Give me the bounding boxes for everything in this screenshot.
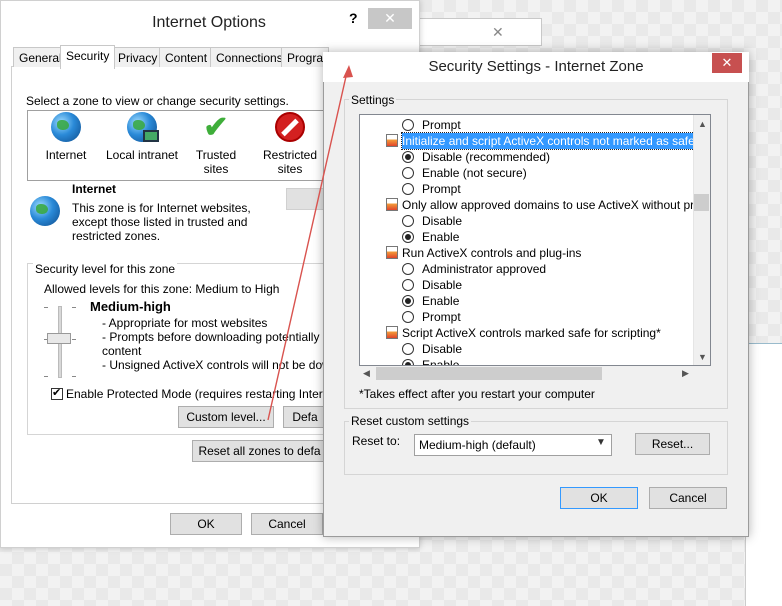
list-item[interactable]: Disable	[402, 277, 462, 293]
level-detail: - Appropriate for most websites	[102, 316, 268, 330]
reset-all-zones-button[interactable]: Reset all zones to defa	[192, 440, 327, 462]
list-item[interactable]: Enable	[402, 293, 459, 309]
background-browser-edge	[745, 343, 782, 606]
chevron-down-icon[interactable]: ▼	[596, 437, 606, 448]
protected-mode-label: Enable Protected Mode (requires restarti…	[66, 387, 327, 401]
restart-note: *Takes effect after you restart your com…	[359, 387, 595, 401]
reset-button[interactable]: Reset...	[635, 433, 710, 455]
scroll-up-icon[interactable]: ▲	[698, 119, 707, 129]
list-item[interactable]: Administrator approved	[402, 261, 546, 277]
list-item[interactable]: Disable (recommended)	[402, 149, 550, 165]
settings-legend: Settings	[349, 93, 397, 107]
security-level-legend: Security level for this zone	[33, 262, 178, 276]
list-item-setting[interactable]: Script ActiveX controls marked safe for …	[386, 325, 661, 341]
no-entry-icon	[275, 112, 305, 142]
setting-icon	[386, 246, 398, 259]
list-item[interactable]: Enable	[402, 357, 459, 365]
level-detail: - Unsigned ActiveX controls will not be …	[102, 358, 326, 372]
vertical-scroll-thumb[interactable]	[694, 194, 709, 211]
reset-to-dropdown[interactable]: Medium-high (default)	[414, 434, 612, 456]
zone-prompt: Select a zone to view or change security…	[26, 94, 289, 108]
level-detail: - Prompts before downloading potentially…	[102, 330, 326, 344]
list-item-setting[interactable]: Initialize and script ActiveX controls n…	[386, 132, 695, 150]
zone-label: Internet	[45, 148, 87, 162]
list-item-setting[interactable]: Run ActiveX controls and plug-ins	[386, 245, 581, 261]
level-detail: content	[102, 344, 142, 358]
list-item[interactable]: Disable	[402, 341, 462, 357]
vertical-scrollbar[interactable]	[693, 115, 710, 365]
tab-privacy[interactable]: Privacy	[112, 47, 164, 68]
scroll-down-icon[interactable]: ▼	[698, 352, 707, 362]
list-item[interactable]: Disable	[402, 213, 462, 229]
help-button[interactable]: ?	[349, 10, 358, 26]
internet-zone-icon	[30, 196, 60, 226]
list-item[interactable]: Enable (not secure)	[402, 165, 527, 181]
ok-button[interactable]: OK	[170, 513, 242, 535]
reset-legend: Reset custom settings	[349, 414, 472, 428]
allowed-levels-text: Allowed levels for this zone: Medium to …	[44, 282, 280, 296]
zone-local-intranet[interactable]: Local intranet	[102, 112, 182, 162]
zone-label: Trusted sites	[195, 148, 237, 176]
background-address-bar	[418, 18, 542, 46]
scroll-right-icon[interactable]: ▶	[682, 368, 689, 379]
cancel-button[interactable]: Cancel	[251, 513, 323, 535]
dialog-cancel-button[interactable]: Cancel	[649, 487, 727, 509]
background-close-icon: ✕	[492, 24, 504, 40]
scroll-left-icon[interactable]: ◀	[363, 368, 370, 379]
tab-security[interactable]: Security	[60, 45, 116, 69]
setting-icon	[386, 198, 398, 211]
level-description: - Appropriate for most websites - Prompt…	[102, 316, 326, 372]
dialog-title: Security Settings - Internet Zone	[428, 58, 644, 75]
list-item[interactable]: Prompt	[402, 181, 461, 197]
zone-restricted-sites[interactable]: Restricted sites	[260, 112, 320, 176]
globe-icon	[51, 112, 81, 142]
horizontal-scroll-thumb[interactable]	[376, 367, 602, 380]
setting-icon	[386, 134, 398, 147]
zone-label: Restricted sites	[262, 148, 318, 176]
internet-options-close-button[interactable]: ✕	[368, 8, 412, 29]
tab-programs[interactable]: Program	[281, 47, 329, 68]
reset-to-label: Reset to:	[352, 434, 401, 448]
custom-level-button[interactable]: Custom level...	[178, 406, 274, 428]
background-divider	[745, 343, 782, 353]
list-item[interactable]: Enable	[402, 229, 459, 245]
tab-content[interactable]: Content	[159, 47, 214, 68]
zone-label: Local intranet	[105, 148, 179, 162]
sites-button[interactable]	[286, 188, 326, 210]
tab-connections[interactable]: Connections	[210, 47, 289, 68]
protected-mode-checkbox[interactable]: Enable Protected Mode (requires restarti…	[51, 387, 327, 401]
zone-trusted-sites[interactable]: ✔ Trusted sites	[182, 111, 250, 177]
zone-description: This zone is for Internet websites, exce…	[72, 201, 251, 243]
checkbox-checked-icon[interactable]	[51, 387, 63, 400]
list-item[interactable]: Prompt	[402, 117, 461, 133]
checkmark-icon: ✔	[203, 111, 229, 144]
zone-internet[interactable]: Internet	[38, 112, 94, 162]
setting-icon	[386, 326, 398, 339]
dialog-close-button[interactable]: ✕	[712, 53, 742, 73]
level-name: Medium-high	[90, 299, 171, 314]
list-item-setting[interactable]: Only allow approved domains to use Activ…	[386, 197, 710, 213]
dialog-ok-button[interactable]: OK	[560, 487, 638, 509]
zone-name: Internet	[72, 182, 117, 196]
list-item[interactable]: Prompt	[402, 309, 461, 325]
settings-list: Prompt Initialize and script ActiveX con…	[359, 114, 711, 366]
security-level-slider-thumb[interactable]	[47, 333, 71, 344]
default-level-button[interactable]: Defa	[283, 406, 327, 428]
